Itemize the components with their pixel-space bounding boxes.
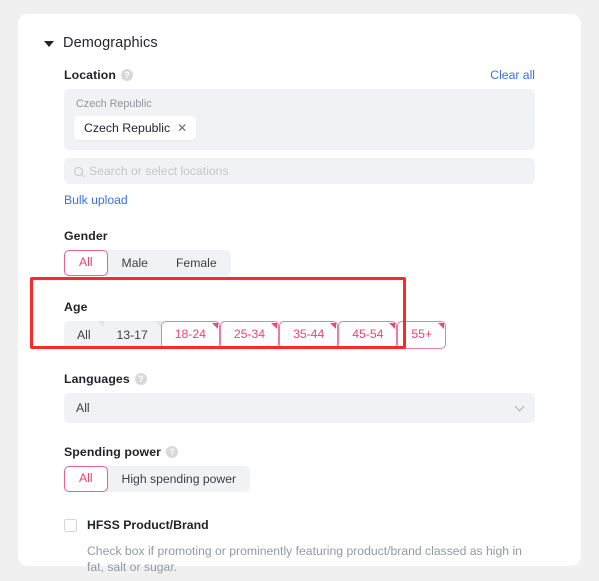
age-option-25-34[interactable]: 25-34 — [219, 321, 280, 349]
age-option-18-24-label: 18-24 — [174, 327, 206, 341]
hfss-checkbox-row[interactable]: HFSS Product/Brand — [64, 518, 535, 532]
corner-marker-icon — [211, 323, 218, 329]
languages-selected-value: All — [76, 401, 90, 415]
gender-segmented-control: All Male Female — [64, 250, 231, 276]
corner-marker-icon — [271, 323, 278, 329]
hfss-field: HFSS Product/Brand Check box if promotin… — [42, 518, 557, 576]
location-label: Location — [64, 68, 117, 82]
languages-label-group: Languages ? — [64, 372, 147, 386]
age-field: Age All 13-17 18-24 25-34 35-44 45-54 55… — [42, 300, 557, 349]
age-option-all-label: All — [77, 328, 91, 342]
question-mark-icon[interactable]: ? — [166, 446, 179, 458]
screenshot-root: Demographics Location ? Clear all Czech … — [0, 0, 599, 581]
spending-power-segmented-control: All High spending power — [64, 466, 251, 492]
corner-marker-icon — [154, 321, 161, 327]
languages-label-row: Languages ? — [64, 372, 535, 386]
demographics-card: Demographics Location ? Clear all Czech … — [18, 14, 581, 574]
spending-power-label-row: Spending power ? — [64, 445, 535, 459]
age-option-55-plus[interactable]: 55+ — [397, 321, 447, 349]
languages-label: Languages — [64, 372, 130, 386]
corner-marker-icon — [330, 323, 337, 329]
spending-power-field: Spending power ? All High spending power — [42, 445, 557, 492]
age-option-45-54-label: 45-54 — [352, 327, 384, 341]
location-chip-label: Czech Republic — [84, 121, 171, 135]
search-icon — [74, 166, 83, 176]
clear-all-link[interactable]: Clear all — [490, 68, 535, 82]
age-option-13-17-label: 13-17 — [116, 328, 148, 342]
gender-option-male[interactable]: Male — [108, 250, 162, 276]
age-option-45-54[interactable]: 45-54 — [338, 321, 398, 349]
bulk-upload-link[interactable]: Bulk upload — [64, 193, 535, 207]
age-option-35-44[interactable]: 35-44 — [279, 321, 339, 349]
question-mark-icon[interactable]: ? — [121, 69, 134, 81]
demographics-section-header[interactable]: Demographics — [44, 32, 557, 54]
location-group-label: Czech Republic — [76, 98, 152, 110]
gender-label-group: Gender — [64, 229, 108, 243]
gender-label: Gender — [64, 229, 108, 243]
age-segmented-control: All 13-17 18-24 25-34 35-44 45-54 55+ — [64, 321, 447, 349]
age-option-55-plus-label: 55+ — [411, 327, 433, 341]
age-option-18-24[interactable]: 18-24 — [160, 321, 220, 349]
location-chip[interactable]: Czech Republic ✕ — [74, 116, 197, 140]
caret-down-icon[interactable] — [44, 40, 54, 47]
gender-field: Gender All Male Female — [42, 229, 557, 276]
page-title: Demographics — [63, 35, 158, 51]
location-selected-box: Czech Republic Czech Republic ✕ — [64, 89, 535, 150]
card-inner: Demographics Location ? Clear all Czech … — [18, 14, 581, 574]
spending-power-label: Spending power — [64, 445, 162, 459]
hfss-label: HFSS Product/Brand — [87, 518, 209, 532]
corner-marker-icon — [97, 321, 104, 327]
location-search-placeholder: Search or select locations — [89, 164, 229, 178]
age-label-group: Age — [64, 300, 88, 314]
close-x-icon[interactable]: ✕ — [177, 122, 187, 134]
languages-field: Languages ? All — [42, 372, 557, 423]
location-field: Location ? Clear all Czech Republic Czec… — [42, 68, 557, 207]
chevron-down-icon — [514, 401, 525, 412]
question-mark-icon[interactable]: ? — [134, 373, 147, 385]
corner-marker-icon — [438, 323, 445, 329]
age-option-13-17[interactable]: 13-17 — [104, 321, 161, 349]
hfss-checkbox[interactable] — [64, 518, 77, 532]
spending-power-option-all[interactable]: All — [64, 466, 108, 492]
age-option-35-44-label: 35-44 — [293, 327, 325, 341]
location-search-input[interactable]: Search or select locations — [64, 158, 535, 184]
age-option-all[interactable]: All — [64, 321, 104, 349]
location-label-group: Location ? — [64, 68, 134, 82]
gender-option-female[interactable]: Female — [162, 250, 231, 276]
spending-power-option-high[interactable]: High spending power — [108, 466, 251, 492]
age-label-row: Age — [64, 300, 535, 314]
age-option-25-34-label: 25-34 — [233, 327, 266, 341]
age-label: Age — [64, 300, 88, 314]
corner-marker-icon — [389, 323, 396, 329]
languages-select[interactable]: All — [64, 393, 535, 423]
hfss-help-text: Check box if promoting or prominently fe… — [87, 544, 522, 575]
spending-power-label-group: Spending power ? — [64, 445, 179, 459]
gender-label-row: Gender — [64, 229, 535, 243]
location-label-row: Location ? Clear all — [64, 68, 535, 82]
gender-option-all[interactable]: All — [64, 250, 108, 276]
